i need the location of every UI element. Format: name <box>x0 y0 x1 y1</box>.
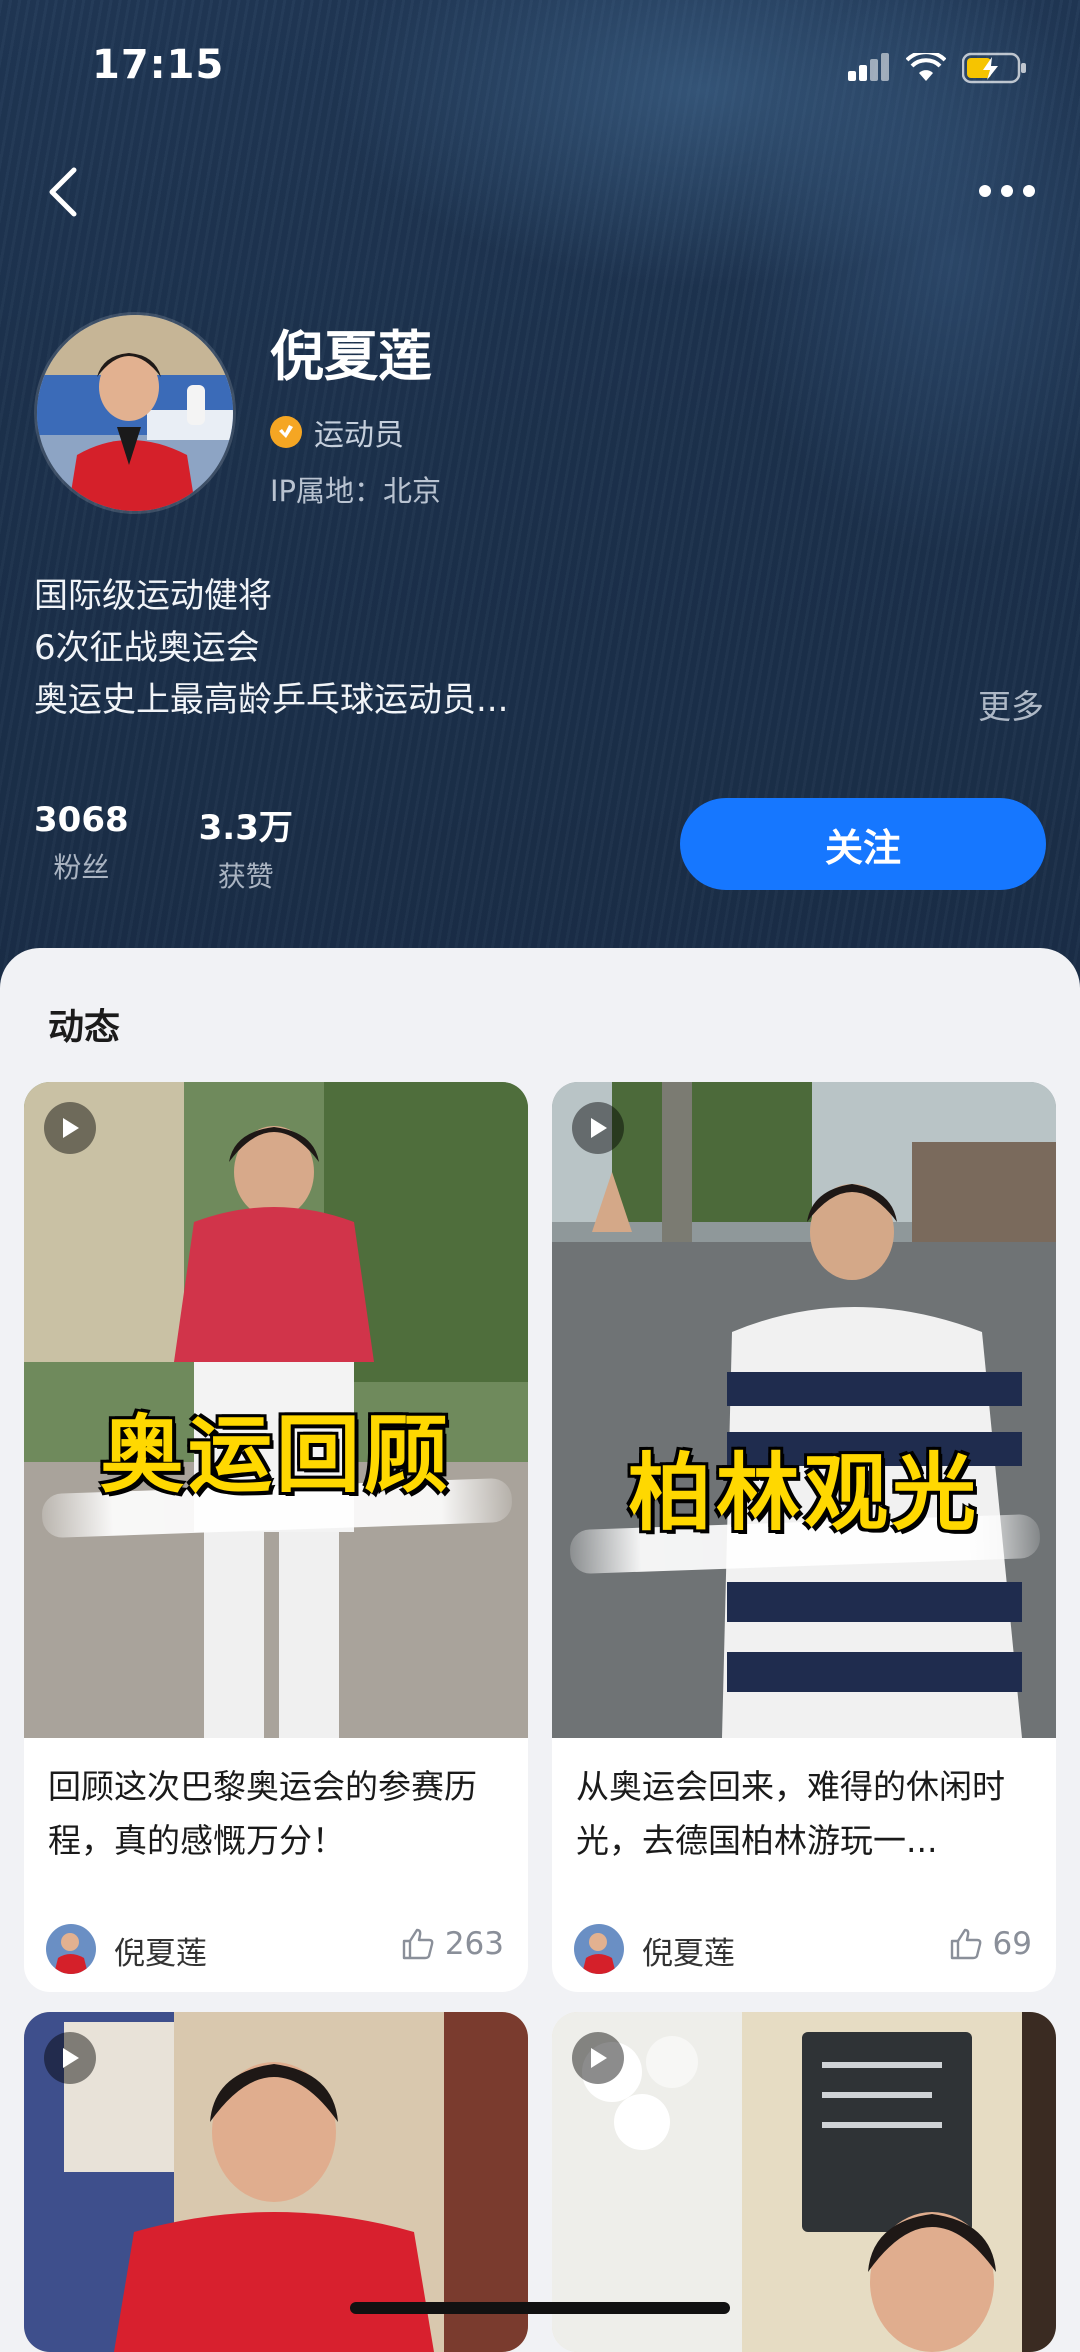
play-icon <box>44 2032 96 2084</box>
like-count: 69 <box>992 1926 1032 1962</box>
card-title: 从奥运会回来，难得的休闲时光，去德国柏林游玩一... <box>576 1767 1005 1860</box>
stat-label: 粉丝 <box>53 851 110 884</box>
profile-header: 17:15 倪夏莲 运动员 IP属地：北京 国际级运动健将 6次征战奥运会 奥运… <box>0 0 1080 1000</box>
thumbs-up-icon <box>950 1928 981 1960</box>
status-bar: 17:15 <box>0 0 1080 130</box>
video-overlay-title: 柏林观光 <box>627 1443 980 1542</box>
bio-line: 国际级运动健将 <box>34 576 272 616</box>
status-time: 17:15 <box>92 42 225 88</box>
like-button[interactable]: 69 <box>949 1926 1032 1962</box>
follow-button[interactable]: 关注 <box>680 798 1046 890</box>
bio-line: 6次征战奥运会 <box>34 628 260 668</box>
feed-section: 动态 奥运回顾 回顾这次巴黎奥运会的参赛历程，真的感慨万分！ 倪夏莲 263 柏… <box>0 948 1080 2352</box>
profile-bio: 国际级运动健将 6次征战奥运会 奥运史上最高龄乒乓球运动员... <box>34 570 1034 726</box>
feed-card[interactable]: 奥运回顾 回顾这次巴黎奥运会的参赛历程，真的感慨万分！ 倪夏莲 263 <box>24 1082 528 1992</box>
thumbnail-image <box>24 2012 528 2352</box>
card-title: 回顾这次巴黎奥运会的参赛历程，真的感慨万分！ <box>48 1767 477 1860</box>
more-options-button[interactable] <box>972 166 1042 216</box>
bio-line: 奥运史上最高龄乒乓球运动员... <box>34 680 509 720</box>
thumbnail-image <box>552 1082 1056 1738</box>
thumbnail-image <box>552 2012 1056 2352</box>
stat-value: 3.3万 <box>198 808 293 848</box>
stat-label: 获赞 <box>217 860 274 893</box>
profile-name: 倪夏莲 <box>270 325 432 388</box>
ip-location: IP属地：北京 <box>270 474 442 508</box>
profile-stats: 3068 粉丝 3.3万 获赞 <box>34 800 293 895</box>
play-icon <box>572 2032 624 2084</box>
stat-followers[interactable]: 3068 粉丝 <box>34 800 129 895</box>
author-name[interactable]: 倪夏莲 <box>114 1928 207 1973</box>
video-thumbnail[interactable] <box>24 2012 528 2352</box>
author-name[interactable]: 倪夏莲 <box>642 1928 735 1973</box>
back-button[interactable] <box>38 162 98 222</box>
stat-value: 3068 <box>34 800 129 840</box>
feed-card[interactable] <box>552 2012 1056 2352</box>
cellular-signal-icon <box>848 53 889 81</box>
stat-likes[interactable]: 3.3万 获赞 <box>199 800 293 895</box>
avatar-image <box>37 315 233 511</box>
author-avatar[interactable] <box>46 1924 96 1974</box>
video-overlay-title: 奥运回顾 <box>99 1405 452 1504</box>
battery-icon <box>962 52 1026 84</box>
play-icon <box>44 1102 96 1154</box>
author-avatar[interactable] <box>574 1924 624 1974</box>
more-dots-icon <box>979 185 1035 197</box>
card-meta: 倪夏莲 69 <box>552 1888 1056 1992</box>
like-count: 263 <box>444 1926 504 1962</box>
feed-card[interactable]: 柏林观光 从奥运会回来，难得的休闲时光，去德国柏林游玩一... 倪夏莲 69 <box>552 1082 1056 1992</box>
nav-bar <box>0 150 1080 230</box>
feed-card[interactable] <box>24 2012 528 2352</box>
play-icon <box>572 1102 624 1154</box>
like-button[interactable]: 263 <box>401 1926 504 1962</box>
wifi-icon <box>906 53 946 81</box>
video-thumbnail[interactable]: 奥运回顾 <box>24 1082 528 1738</box>
video-thumbnail[interactable] <box>552 2012 1056 2352</box>
verified-badge-icon <box>270 416 302 448</box>
status-icons <box>848 48 1028 88</box>
bio-more-link[interactable]: 更多 <box>978 680 1044 728</box>
verified-role: 运动员 <box>270 410 404 454</box>
home-indicator[interactable] <box>350 2302 730 2314</box>
chevron-left-icon <box>49 167 77 217</box>
role-label: 运动员 <box>314 418 404 453</box>
profile-avatar[interactable] <box>34 312 236 514</box>
thumbs-up-icon <box>402 1928 434 1960</box>
section-title: 动态 <box>48 1007 121 1048</box>
video-thumbnail[interactable]: 柏林观光 <box>552 1082 1056 1738</box>
card-meta: 倪夏莲 263 <box>24 1888 528 1992</box>
